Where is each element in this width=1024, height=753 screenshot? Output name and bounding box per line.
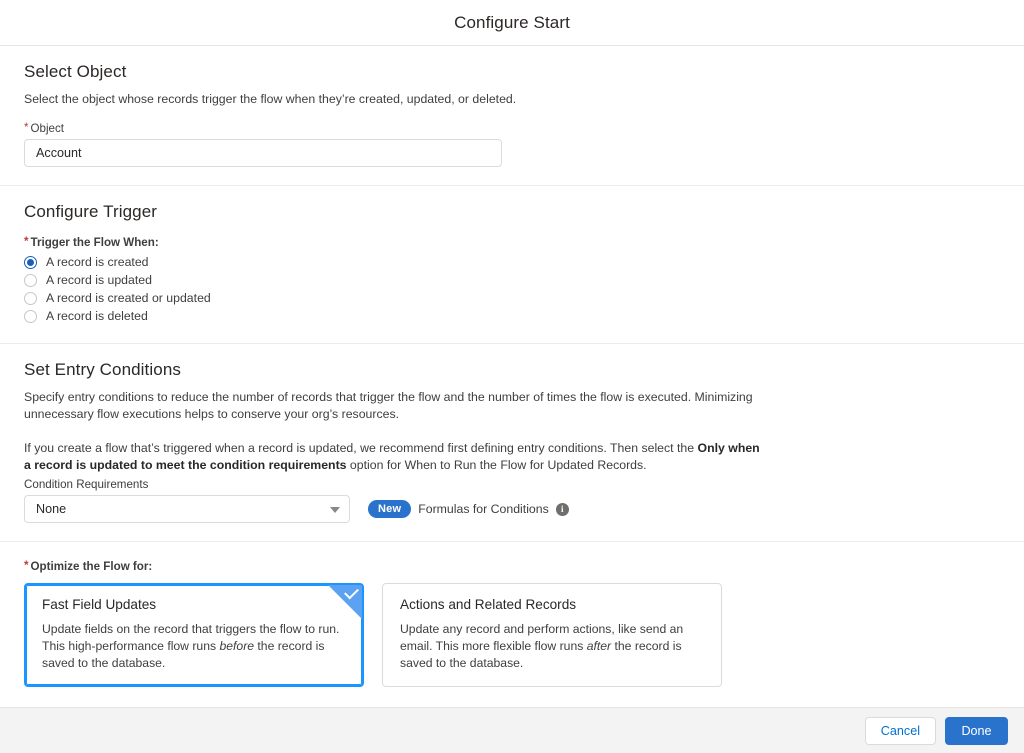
section-select-object: Select Object Select the object whose re… <box>0 46 1024 186</box>
paragraph2-post: option for When to Run the Flow for Upda… <box>346 458 647 472</box>
required-asterisk-object: * <box>24 121 29 134</box>
optimize-card-actions-and-related-records[interactable]: Actions and Related Records Update any r… <box>382 583 722 687</box>
radio-label: A record is updated <box>46 273 152 287</box>
required-asterisk-optimize: * <box>24 559 29 572</box>
section-configure-trigger: Configure Trigger * Trigger the Flow When… <box>0 186 1024 344</box>
info-icon[interactable]: i <box>555 502 569 516</box>
condition-requirements-row: Condition Requirements None New Formulas… <box>24 478 1000 523</box>
object-input[interactable]: Account <box>24 139 502 167</box>
radio-label: A record is deleted <box>46 309 148 323</box>
radio-label: A record is created <box>46 255 149 269</box>
radio-label: A record is created or updated <box>46 291 211 305</box>
optimize-card-description: Update fields on the record that trigger… <box>42 621 347 672</box>
radio-icon <box>24 309 37 323</box>
card0-desc-em: before <box>219 639 255 653</box>
condition-requirements-wrap: Condition Requirements None <box>24 478 350 523</box>
optimize-legend: * Optimize the Flow for: <box>24 560 1000 573</box>
required-asterisk-trigger: * <box>24 235 29 248</box>
formulas-for-conditions-row: New Formulas for Conditions i <box>368 500 569 523</box>
entry-conditions-heading: Set Entry Conditions <box>24 360 181 379</box>
section-entry-conditions: Set Entry Conditions Specify entry condi… <box>0 344 1024 542</box>
radio-record-created-or-updated[interactable]: A record is created or updated <box>24 289 1000 307</box>
select-object-heading: Select Object <box>24 62 127 81</box>
radio-record-deleted[interactable]: A record is deleted <box>24 307 1000 325</box>
done-button[interactable]: Done <box>945 716 1008 745</box>
radio-record-updated[interactable]: A record is updated <box>24 271 1000 289</box>
optimize-card-title: Fast Field Updates <box>42 597 157 612</box>
new-badge: New <box>368 500 412 518</box>
paragraph2-pre: If you create a flow that’s triggered wh… <box>24 441 698 455</box>
object-label-text: Object <box>30 122 65 135</box>
page-title: Configure Start <box>454 12 570 32</box>
chevron-down-icon <box>330 507 340 513</box>
optimize-card-title: Actions and Related Records <box>400 597 577 612</box>
modal-header: Configure Start <box>0 0 1024 46</box>
radio-icon <box>24 273 37 287</box>
entry-conditions-paragraph-1: Specify entry conditions to reduce the n… <box>24 390 753 421</box>
object-field-label: * Object <box>24 122 1000 135</box>
section-optimize-flow: * Optimize the Flow for: Fast Field Updat… <box>0 542 1024 707</box>
configure-start-modal: Configure Start Select Object Select the… <box>0 0 1024 753</box>
configure-trigger-heading: Configure Trigger <box>24 202 158 221</box>
radio-icon <box>24 291 37 305</box>
trigger-radio-group: A record is created A record is updated … <box>24 253 1000 325</box>
trigger-legend: * Trigger the Flow When: <box>24 236 1000 249</box>
optimize-card-fast-field-updates[interactable]: Fast Field Updates Update fields on the … <box>24 583 364 687</box>
condition-requirements-select[interactable]: None <box>24 495 350 523</box>
radio-icon <box>24 255 37 269</box>
optimize-card-description: Update any record and perform actions, l… <box>400 621 705 672</box>
select-object-description: Select the object whose records trigger … <box>24 92 517 106</box>
object-input-value: Account <box>36 146 82 160</box>
entry-conditions-paragraph-2: If you create a flow that’s triggered wh… <box>24 440 764 474</box>
radio-record-created[interactable]: A record is created <box>24 253 1000 271</box>
modal-body: Select Object Select the object whose re… <box>0 46 1024 707</box>
optimize-legend-text: Optimize the Flow for: <box>30 560 153 573</box>
card1-desc-em: after <box>586 639 612 653</box>
modal-footer: Cancel Done <box>0 707 1024 753</box>
condition-requirements-label: Condition Requirements <box>24 478 149 491</box>
trigger-legend-text: Trigger the Flow When: <box>30 236 159 249</box>
optimize-card-row: Fast Field Updates Update fields on the … <box>24 583 1000 687</box>
formulas-for-conditions-label: Formulas for Conditions <box>418 502 549 516</box>
condition-requirements-value: None <box>36 502 67 516</box>
cancel-button[interactable]: Cancel <box>864 716 936 745</box>
